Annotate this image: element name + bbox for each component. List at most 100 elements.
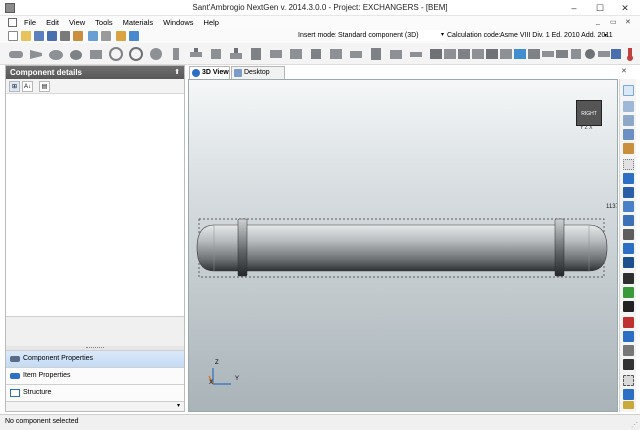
cube-icon [192, 69, 200, 77]
mdi-restore-button[interactable]: ▭ [610, 18, 617, 26]
report-icon[interactable] [88, 31, 98, 41]
save-icon[interactable] [34, 31, 44, 41]
tube-bundle-icon[interactable] [328, 46, 344, 62]
grid-icon[interactable] [623, 345, 634, 356]
baffle-icon[interactable] [368, 46, 384, 62]
close-tab-button[interactable]: ✕ [621, 67, 627, 75]
resize-grip-icon[interactable]: ⋰ [631, 421, 638, 429]
nav-item-properties[interactable]: Item Properties [6, 367, 184, 384]
flange-icon[interactable] [188, 46, 204, 62]
property-grid[interactable] [6, 94, 184, 316]
saddle-icon[interactable] [208, 46, 224, 62]
nav-structure[interactable]: Structure [6, 384, 184, 401]
elliptical-head-icon[interactable] [48, 46, 64, 62]
insert-mode-select[interactable]: Standard component (3D) ▾ [336, 30, 446, 41]
wireframe-icon[interactable] [623, 273, 634, 284]
view-cube[interactable]: RIGHT [576, 100, 602, 126]
sphere-icon[interactable] [148, 46, 164, 62]
torispherical-head-icon[interactable] [68, 46, 84, 62]
new-icon[interactable] [8, 31, 18, 41]
support-ring-icon[interactable] [268, 46, 284, 62]
section-icon[interactable] [623, 301, 634, 312]
select-icon[interactable] [623, 85, 634, 96]
insert-mode-label: Insert mode: [298, 32, 337, 39]
window-title: Sant'Ambrogio NextGen v. 2014.3.0.0 - Pr… [192, 3, 448, 12]
screenshot-icon[interactable] [623, 389, 634, 400]
view-right-icon[interactable] [623, 243, 634, 254]
lug-icon[interactable] [288, 46, 304, 62]
support-ring-right[interactable] [554, 218, 565, 277]
categorized-button[interactable]: ⊞ [9, 81, 20, 92]
rotate-icon[interactable] [623, 159, 634, 170]
thermometer-icon[interactable] [622, 46, 638, 62]
mdi-minimize-button[interactable]: _ [596, 18, 600, 25]
view-toolbar [619, 79, 636, 412]
nav-label: Component Properties [23, 355, 94, 362]
save-all-icon[interactable] [47, 31, 57, 41]
vessel-shell[interactable] [196, 224, 608, 272]
leg-icon[interactable] [228, 46, 244, 62]
measure-icon[interactable] [623, 317, 634, 328]
bellow-icon[interactable] [308, 46, 324, 62]
minimize-button[interactable]: – [560, 0, 588, 16]
menu-materials[interactable]: Materials [123, 18, 153, 27]
chevron-down-icon[interactable]: ▾ [604, 32, 607, 39]
menu-help[interactable]: Help [204, 18, 219, 27]
close-button[interactable]: ✕ [610, 0, 640, 16]
tubesheet-icon[interactable] [348, 46, 364, 62]
support-ring-left[interactable] [237, 218, 248, 277]
zoom-out-icon[interactable] [623, 115, 634, 126]
dimensions-icon[interactable] [623, 331, 634, 342]
menu-edit[interactable]: Edit [46, 18, 59, 27]
pin-icon[interactable]: ⬆ [174, 66, 180, 79]
clipboard-icon[interactable] [623, 401, 634, 409]
export-icon[interactable] [73, 31, 83, 41]
3d-viewport[interactable]: RIGHT Y Z X 1137 Z Y X [188, 79, 618, 412]
view-back-icon[interactable] [623, 187, 634, 198]
menu-windows[interactable]: Windows [163, 18, 193, 27]
menu-tools[interactable]: Tools [95, 18, 113, 27]
view-top-icon[interactable] [623, 201, 634, 212]
skirt-icon[interactable] [248, 46, 264, 62]
nav-overflow-bar[interactable]: ▾ [6, 401, 184, 411]
flat-head-icon[interactable] [88, 46, 104, 62]
vessel-model[interactable] [189, 80, 618, 412]
print-icon[interactable] [60, 31, 70, 41]
zoom-fit-icon[interactable] [623, 129, 634, 140]
status-bar: No component selected ⋰ [0, 414, 640, 430]
alphabetical-button[interactable]: A↓ [22, 81, 33, 92]
view-cube-axes: Y Z X [580, 125, 593, 131]
zoom-in-icon[interactable] [623, 101, 634, 112]
tab-desktop-view[interactable]: Desktop View [231, 66, 285, 88]
calculation-code-select[interactable]: Asme VIII Div. 1 Ed. 2010 Add. 2011 [500, 32, 613, 39]
coil-icon[interactable] [408, 46, 424, 62]
cone-icon[interactable] [28, 46, 44, 62]
view-bottom-icon[interactable] [623, 215, 634, 226]
reducer-icon[interactable] [108, 46, 124, 62]
view-iso-icon[interactable] [623, 257, 634, 268]
search-icon[interactable] [101, 31, 111, 41]
chevron-down-icon[interactable]: ▾ [177, 402, 180, 409]
mdi-close-button[interactable]: ✕ [625, 18, 631, 26]
help-icon[interactable] [129, 31, 139, 41]
view-front-icon[interactable] [623, 173, 634, 184]
menu-file[interactable]: File [24, 18, 36, 27]
ring-icon[interactable] [128, 46, 144, 62]
menu-view[interactable]: View [69, 18, 85, 27]
settings-icon[interactable] [116, 31, 126, 41]
axis-label-y: Y [235, 376, 240, 382]
axes-icon[interactable] [623, 359, 634, 370]
document-icon[interactable] [8, 18, 17, 27]
status-text: No component selected [5, 418, 79, 425]
nav-component-properties[interactable]: Component Properties [6, 350, 184, 367]
property-pages-button[interactable]: ▤ [39, 81, 50, 92]
shaded-icon[interactable] [623, 287, 634, 298]
jacket-icon[interactable] [388, 46, 404, 62]
nozzle-icon[interactable] [168, 46, 184, 62]
open-icon[interactable] [21, 31, 31, 41]
lights-icon[interactable] [623, 375, 634, 386]
tab-3d-view[interactable]: 3D View [189, 66, 230, 79]
shell-icon[interactable] [8, 46, 24, 62]
view-left-icon[interactable] [623, 229, 634, 240]
pan-icon[interactable] [623, 143, 634, 154]
